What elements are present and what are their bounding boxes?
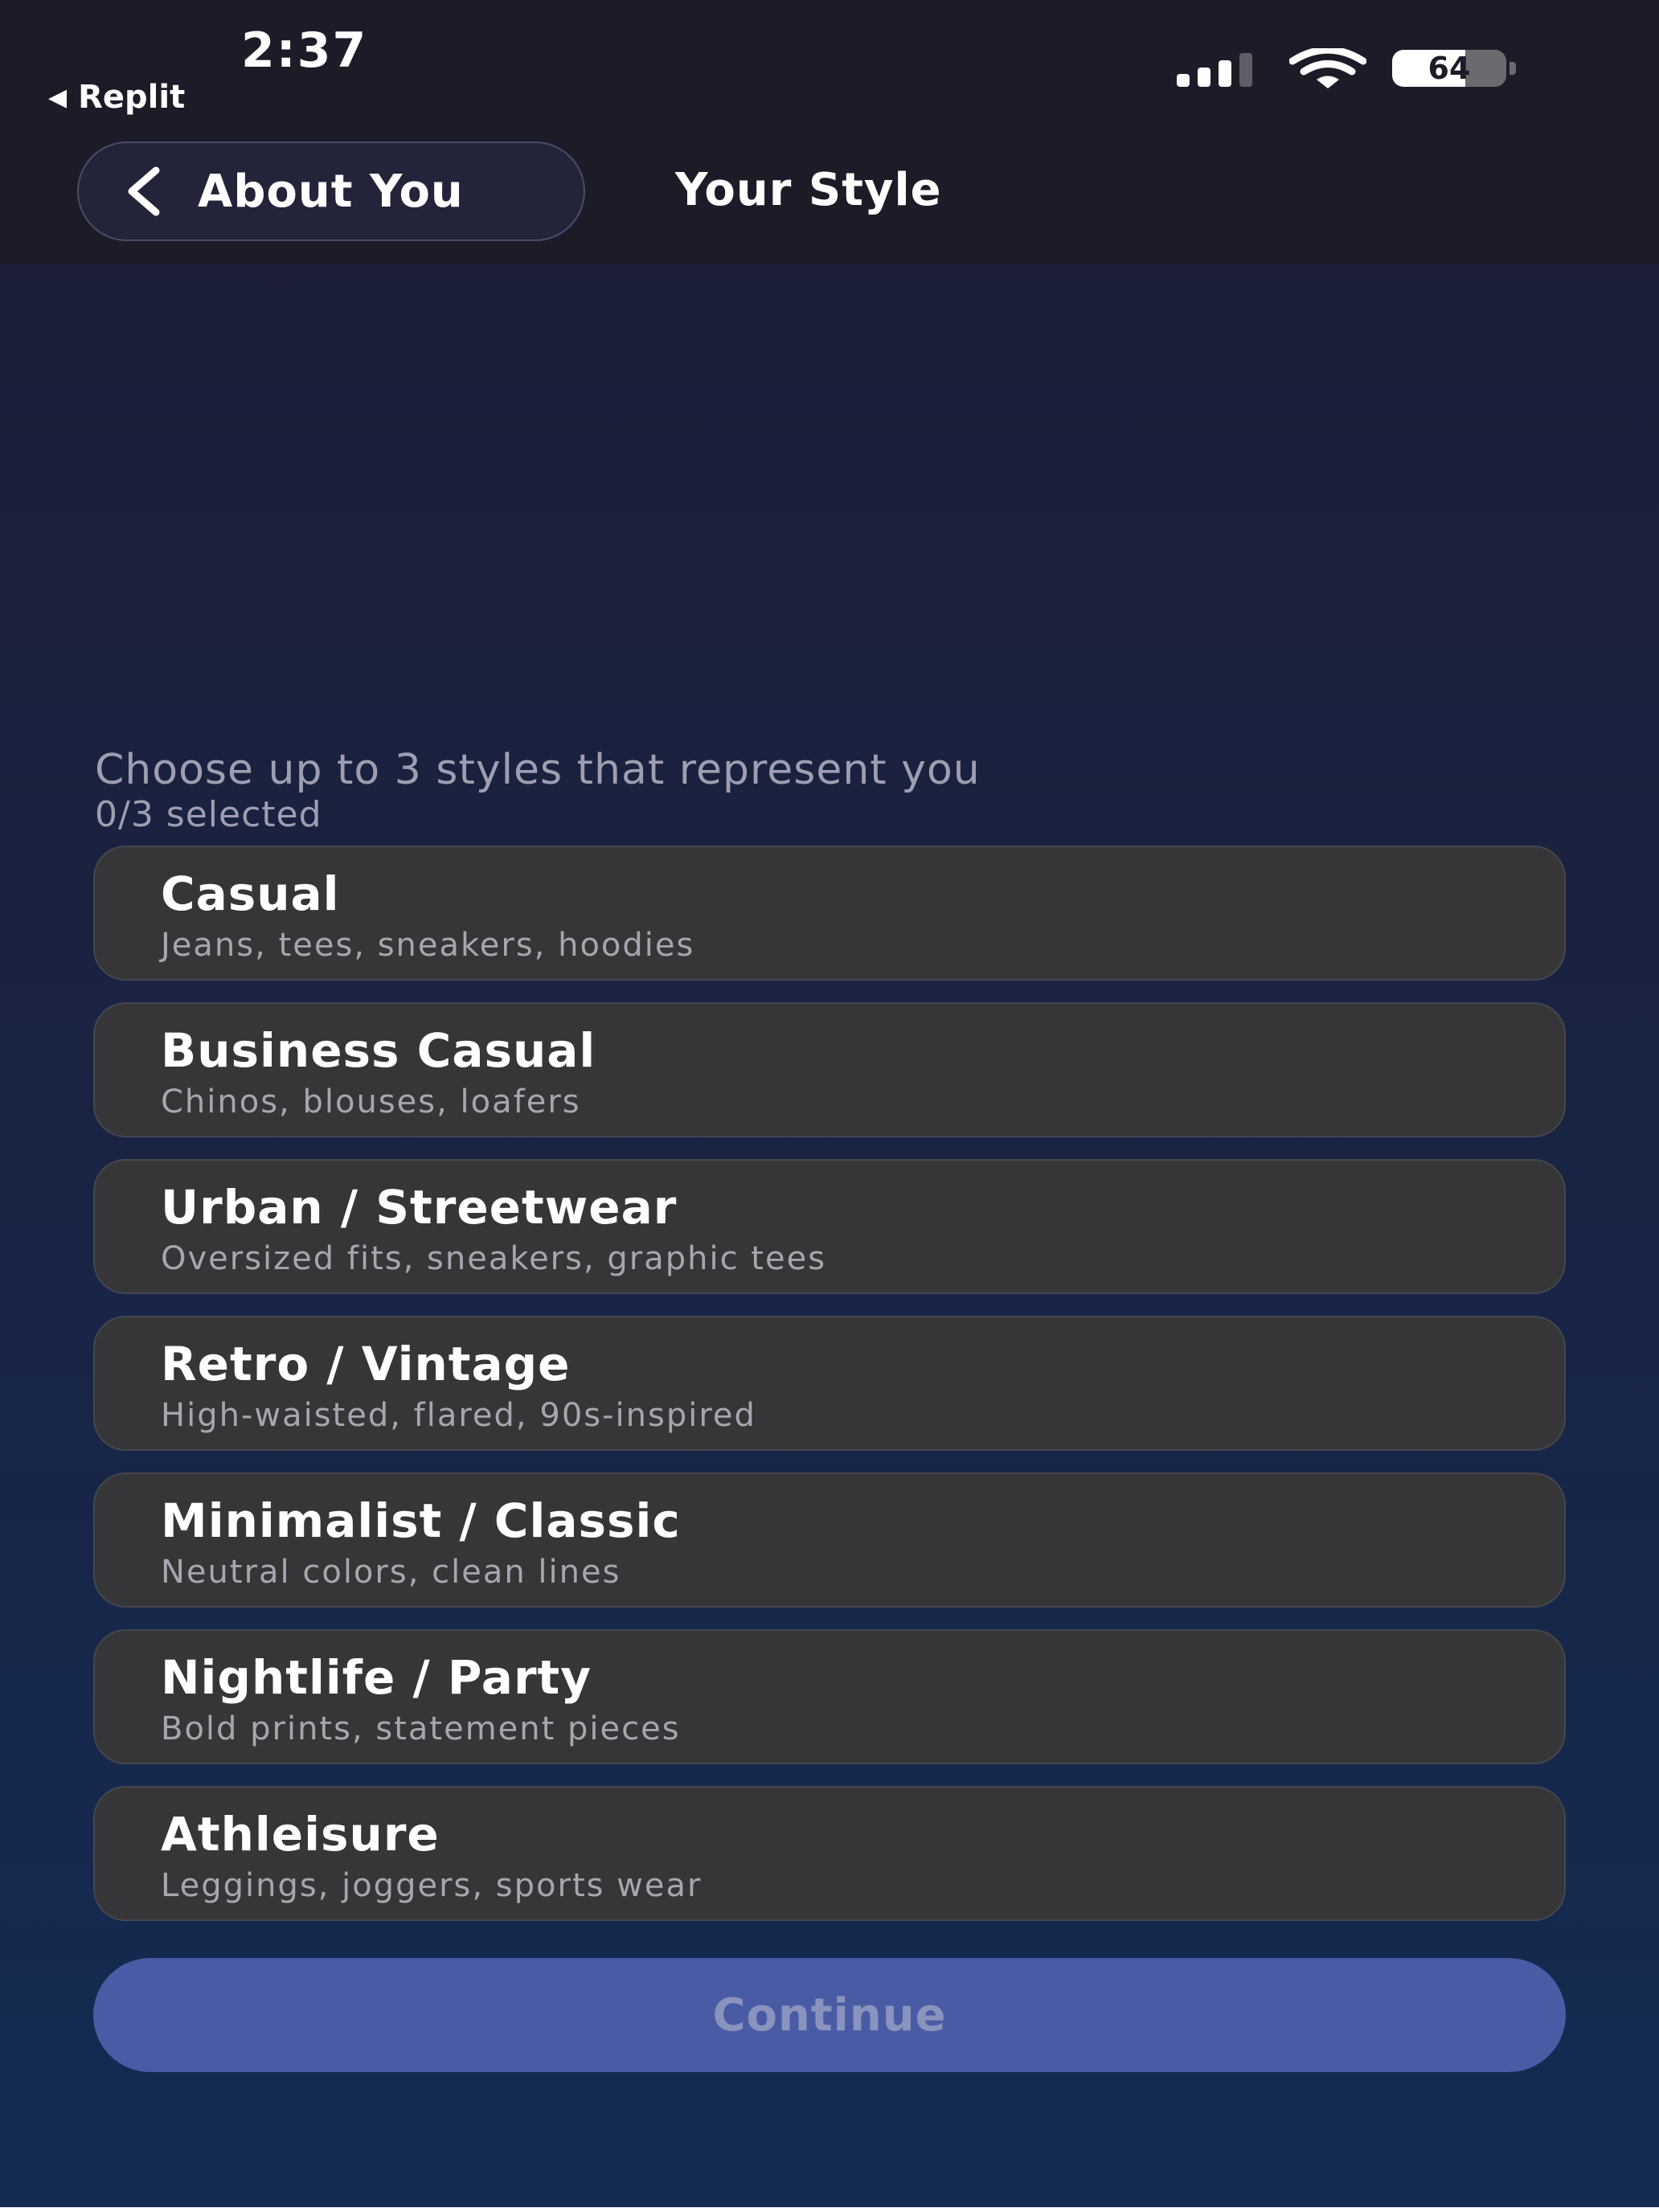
style-name: Nightlife / Party	[161, 1650, 592, 1705]
style-option-minimalist-classic[interactable]: Minimalist / Classic Neutral colors, cle…	[93, 1473, 1566, 1608]
selection-count: 0/3 selected	[95, 794, 322, 835]
continue-button[interactable]: Continue	[93, 1958, 1566, 2072]
instruction-text: Choose up to 3 styles that represent you	[95, 746, 981, 794]
style-description: Leggings, joggers, sports wear	[161, 1867, 703, 1904]
style-name: Business Casual	[161, 1023, 596, 1078]
style-description: Jeans, tees, sneakers, hoodies	[161, 927, 695, 964]
bottom-divider	[0, 2207, 1659, 2212]
back-button[interactable]: About You	[77, 141, 585, 241]
style-name: Athleisure	[161, 1807, 440, 1862]
style-description: Neutral colors, clean lines	[161, 1554, 621, 1591]
style-options-list: Casual Jeans, tees, sneakers, hoodies Bu…	[93, 846, 1566, 1943]
style-description: Chinos, blouses, loafers	[161, 1083, 581, 1120]
style-description: High-waisted, flared, 90s-inspired	[161, 1397, 756, 1434]
style-name: Minimalist / Classic	[161, 1493, 681, 1548]
back-triangle-icon: ◀	[48, 83, 68, 112]
back-to-app-link[interactable]: ◀ Replit	[48, 79, 185, 116]
back-button-label: About You	[198, 165, 464, 218]
style-option-business-casual[interactable]: Business Casual Chinos, blouses, loafers	[93, 1002, 1566, 1137]
style-option-retro-vintage[interactable]: Retro / Vintage High-waisted, flared, 90…	[93, 1316, 1566, 1451]
battery-icon: 64	[1392, 50, 1516, 87]
page-title: Your Style	[675, 164, 942, 216]
style-option-nightlife-party[interactable]: Nightlife / Party Bold prints, statement…	[93, 1629, 1566, 1764]
style-option-urban-streetwear[interactable]: Urban / Streetwear Oversized fits, sneak…	[93, 1159, 1566, 1294]
signal-icon	[1177, 53, 1252, 87]
style-description: Oversized fits, sneakers, graphic tees	[161, 1240, 827, 1277]
style-name: Urban / Streetwear	[161, 1180, 678, 1235]
style-name: Casual	[161, 866, 340, 921]
style-option-casual[interactable]: Casual Jeans, tees, sneakers, hoodies	[93, 846, 1566, 981]
wifi-icon	[1289, 48, 1366, 88]
status-time: 2:37	[241, 23, 368, 79]
chevron-left-icon	[128, 166, 160, 216]
back-app-label: Replit	[78, 79, 186, 116]
style-option-athleisure[interactable]: Athleisure Leggings, joggers, sports wea…	[93, 1786, 1566, 1921]
style-name: Retro / Vintage	[161, 1337, 571, 1391]
battery-level-text: 64	[1428, 51, 1471, 86]
style-description: Bold prints, statement pieces	[161, 1710, 681, 1747]
